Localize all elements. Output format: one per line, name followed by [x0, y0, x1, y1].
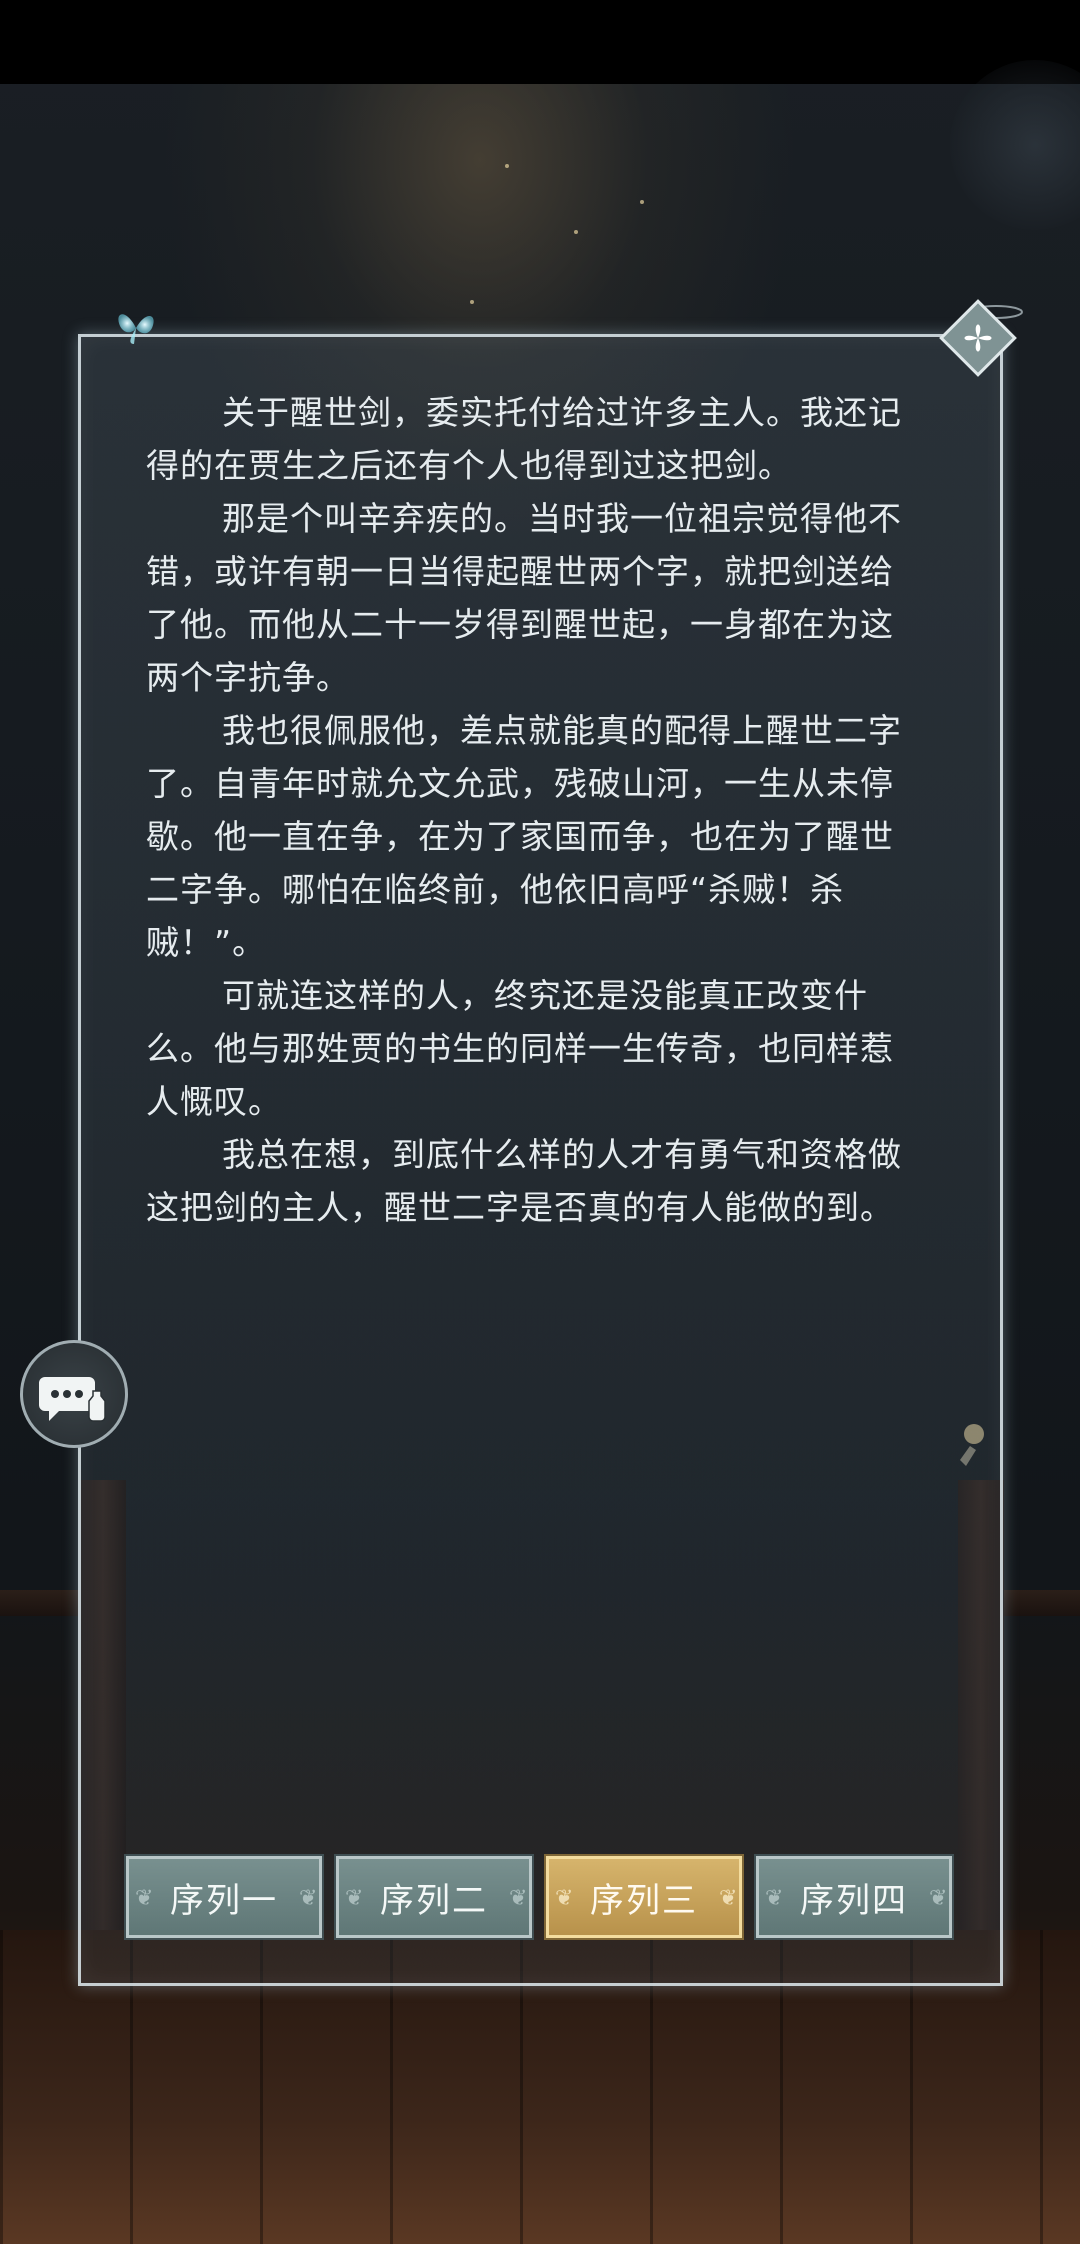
butterfly-icon	[118, 314, 154, 344]
chat-button[interactable]	[20, 1340, 128, 1448]
close-icon	[939, 299, 1023, 377]
letter-text: 关于醒世剑，委实托付给过许多主人。我还记得的在贾生之后还有个人也得到过这把剑。 …	[146, 386, 906, 1234]
letter-paragraph: 可就连这样的人，终究还是没能真正改变什么。他与那姓贾的书生的同样一生传奇，也同样…	[146, 976, 894, 1121]
railing-beam-left	[0, 1590, 80, 1616]
sparkle	[470, 300, 474, 304]
letter-paragraph: 我也很佩服他，差点就能真的配得上醒世二字了。自青年时就允文允武，残破山河，一生从…	[146, 711, 902, 962]
tab-label: 序列二	[380, 1880, 488, 1921]
ornament-icon: ❦	[719, 1886, 740, 1911]
ornament-icon: ❦	[929, 1886, 950, 1911]
tab-sequence-4[interactable]: ❦ 序列四 ❦	[754, 1854, 954, 1940]
tab-label: 序列三	[590, 1880, 698, 1921]
ornament-icon: ❦	[299, 1886, 320, 1911]
chat-bubble-icon	[39, 1377, 106, 1422]
game-scene: 关于醒世剑，委实托付给过许多主人。我还记得的在贾生之后还有个人也得到过这把剑。 …	[0, 0, 1080, 2244]
close-button[interactable]	[930, 290, 1026, 386]
ornament-icon: ❦	[345, 1886, 366, 1911]
tab-sequence-1[interactable]: ❦ 序列一 ❦	[124, 1854, 324, 1940]
railing-beam-right	[1000, 1590, 1080, 1616]
sequence-tabs: ❦ 序列一 ❦ ❦ 序列二 ❦ ❦ 序列三 ❦ ❦ 序列四 ❦	[124, 1854, 954, 1940]
sparkle	[640, 200, 644, 204]
letter-paragraph: 关于醒世剑，委实托付给过许多主人。我还记得的在贾生之后还有个人也得到过这把剑。	[146, 393, 902, 485]
letter-paragraph: 那是个叫辛弃疾的。当时我一位祖宗觉得他不错，或许有朝一日当得起醒世两个字，就把剑…	[146, 499, 902, 697]
ornament-icon: ❦	[135, 1886, 156, 1911]
sparkle	[574, 230, 578, 234]
tab-sequence-2[interactable]: ❦ 序列二 ❦	[334, 1854, 534, 1940]
tab-sequence-3[interactable]: ❦ 序列三 ❦	[544, 1854, 744, 1940]
sparkle	[505, 164, 509, 168]
ornament-icon: ❦	[555, 1886, 576, 1911]
status-bar	[0, 0, 1080, 84]
moon-glow	[950, 60, 1080, 230]
ornament-icon: ❦	[509, 1886, 530, 1911]
tab-label: 序列四	[800, 1880, 908, 1921]
letter-paragraph: 我总在想，到底什么样的人才有勇气和资格做这把剑的主人，醒世二字是否真的有人能做的…	[146, 1135, 902, 1227]
ornament-icon: ❦	[765, 1886, 786, 1911]
tab-label: 序列一	[170, 1880, 278, 1921]
